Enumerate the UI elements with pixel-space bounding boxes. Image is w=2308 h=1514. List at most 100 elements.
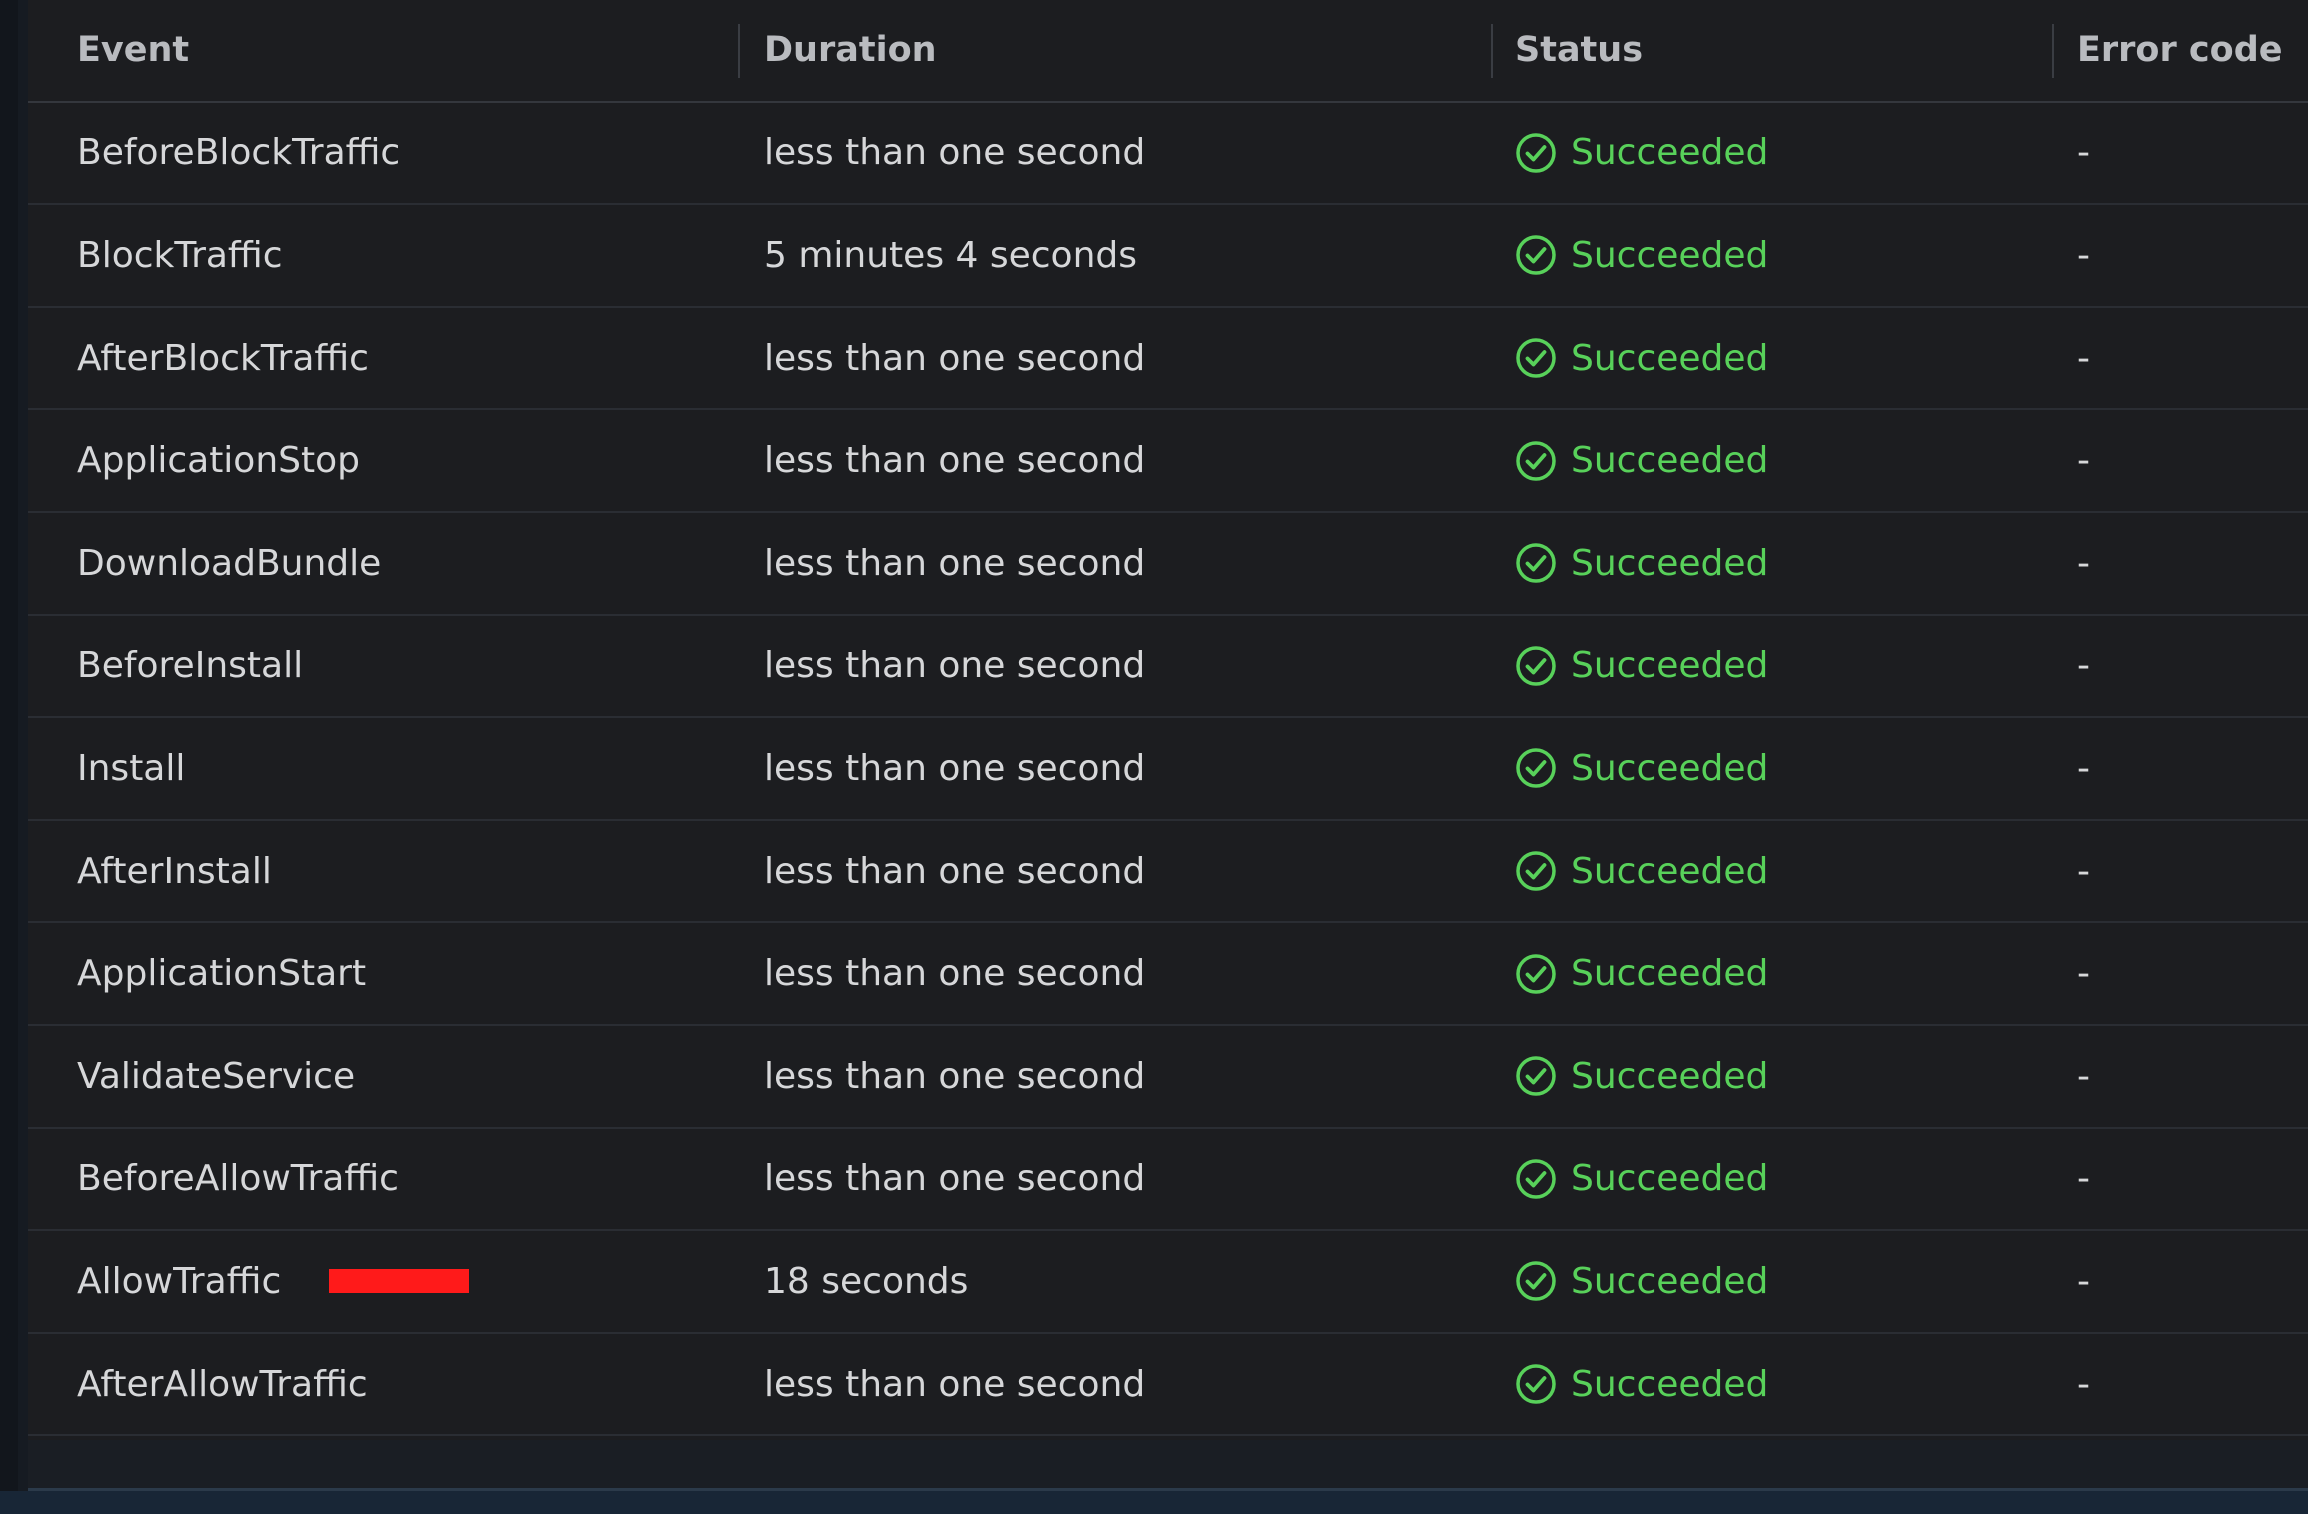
column-header-status[interactable]: Status (1515, 0, 1643, 101)
duration-cell: less than one second (764, 1363, 1146, 1405)
event-name: ApplicationStart (77, 953, 367, 995)
event-cell: ApplicationStart (77, 923, 366, 1024)
event-name: AllowTraffic (77, 1260, 282, 1302)
status-text: Succeeded (1571, 440, 1769, 482)
status-cell: Succeeded (1515, 513, 1768, 614)
left-edge-strip (0, 0, 18, 1514)
error-code-cell: - (2077, 1158, 2090, 1200)
check-circle-icon (1515, 234, 1571, 276)
duration-cell: less than one second (764, 132, 1146, 174)
error-code-cell: - (2077, 337, 2090, 379)
event-cell: Install (77, 718, 185, 819)
event-name: AfterAllowTraffic (77, 1363, 368, 1405)
status-text: Succeeded (1571, 542, 1769, 584)
status-cell: Succeeded (1515, 308, 1768, 409)
table-body: BeforeBlockTraffic less than one second Su… (28, 103, 2308, 1437)
table-row: AfterAllowTraffic less than one second Suc… (28, 1334, 2308, 1437)
duration-cell: less than one second (764, 542, 1146, 584)
status-text: Succeeded (1571, 645, 1769, 687)
event-name: ApplicationStop (77, 440, 360, 482)
table-row: ValidateService less than one second Succe… (28, 1026, 2308, 1129)
error-code-cell: - (2077, 747, 2090, 789)
table-row: BeforeAllowTraffic less than one second Su… (28, 1129, 2308, 1232)
check-circle-icon (1515, 1260, 1571, 1302)
event-name: BeforeInstall (77, 645, 304, 687)
status-cell: Succeeded (1515, 1334, 1768, 1435)
check-circle-icon (1515, 645, 1571, 687)
table-row: BeforeBlockTraffic less than one second Su… (28, 103, 2308, 206)
check-circle-icon (1515, 132, 1571, 174)
status-indicator: Succeeded (1515, 337, 1768, 379)
column-divider[interactable] (1491, 24, 1493, 78)
duration-cell: less than one second (764, 1055, 1146, 1097)
app-frame: Event Duration Status Error code BeforeB… (0, 0, 2308, 1514)
column-header-error-code[interactable]: Error code (2077, 0, 2283, 101)
red-annotation-mark (329, 1269, 470, 1294)
status-cell: Succeeded (1515, 821, 1768, 922)
status-indicator: Succeeded (1515, 132, 1768, 174)
event-name: AfterBlockTraffic (77, 337, 369, 379)
status-text: Succeeded (1571, 850, 1769, 892)
status-text: Succeeded (1571, 747, 1769, 789)
duration-cell: less than one second (764, 1158, 1146, 1200)
event-name: ValidateService (77, 1055, 356, 1097)
check-circle-icon (1515, 953, 1571, 995)
check-circle-icon (1515, 1055, 1571, 1097)
duration-cell: 5 minutes 4 seconds (764, 234, 1138, 276)
check-circle-icon (1515, 747, 1571, 789)
table-row: BeforeInstall less than one second Succeed… (28, 616, 2308, 719)
column-divider[interactable] (2052, 24, 2054, 78)
status-cell: Succeeded (1515, 410, 1768, 511)
duration-cell: less than one second (764, 337, 1146, 379)
page-bottom-area (0, 1491, 2308, 1514)
column-divider[interactable] (738, 24, 740, 78)
duration-cell: less than one second (764, 747, 1146, 789)
error-code-cell: - (2077, 850, 2090, 892)
check-circle-icon (1515, 850, 1571, 892)
status-cell: Succeeded (1515, 1231, 1768, 1332)
status-cell: Succeeded (1515, 205, 1768, 306)
status-text: Succeeded (1571, 234, 1769, 276)
error-code-cell: - (2077, 645, 2090, 687)
event-cell: ValidateService (77, 1026, 355, 1127)
check-circle-icon (1515, 440, 1571, 482)
status-indicator: Succeeded (1515, 850, 1768, 892)
column-header-duration[interactable]: Duration (764, 0, 937, 101)
event-cell: DownloadBundle (77, 513, 381, 614)
check-circle-icon (1515, 542, 1571, 584)
table-row: DownloadBundle less than one second Succee… (28, 513, 2308, 616)
event-cell: BeforeAllowTraffic (77, 1129, 399, 1230)
error-code-cell: - (2077, 234, 2090, 276)
status-text: Succeeded (1571, 1260, 1769, 1302)
status-text: Succeeded (1571, 1363, 1769, 1405)
table-header-row: Event Duration Status Error code (28, 0, 2308, 103)
status-text: Succeeded (1571, 953, 1769, 995)
error-code-cell: - (2077, 440, 2090, 482)
check-circle-icon (1515, 1158, 1571, 1200)
table-row: BlockTraffic 5 minutes 4 seconds Succeeded… (28, 205, 2308, 308)
column-header-event[interactable]: Event (77, 0, 189, 101)
event-cell: ApplicationStop (77, 410, 360, 511)
status-indicator: Succeeded (1515, 234, 1768, 276)
event-name: BeforeBlockTraffic (77, 132, 401, 174)
status-text: Succeeded (1571, 1158, 1769, 1200)
table-row: AfterBlockTraffic less than one second Suc… (28, 308, 2308, 411)
status-indicator: Succeeded (1515, 1260, 1768, 1302)
table-row: Install less than one second Succeeded - (28, 718, 2308, 821)
error-code-cell: - (2077, 132, 2090, 174)
status-indicator: Succeeded (1515, 1158, 1768, 1200)
event-cell: BeforeInstall (77, 616, 303, 717)
duration-cell: less than one second (764, 850, 1146, 892)
status-indicator: Succeeded (1515, 645, 1768, 687)
event-name: AfterInstall (77, 850, 272, 892)
status-indicator: Succeeded (1515, 747, 1768, 789)
status-indicator: Succeeded (1515, 953, 1768, 995)
status-cell: Succeeded (1515, 616, 1768, 717)
event-cell: AfterAllowTraffic (77, 1334, 368, 1435)
event-cell: BlockTraffic (77, 205, 283, 306)
lifecycle-events-table: Event Duration Status Error code BeforeB… (28, 0, 2308, 1440)
status-cell: Succeeded (1515, 1026, 1768, 1127)
status-cell: Succeeded (1515, 923, 1768, 1024)
error-code-cell: - (2077, 953, 2090, 995)
duration-cell: less than one second (764, 645, 1146, 687)
